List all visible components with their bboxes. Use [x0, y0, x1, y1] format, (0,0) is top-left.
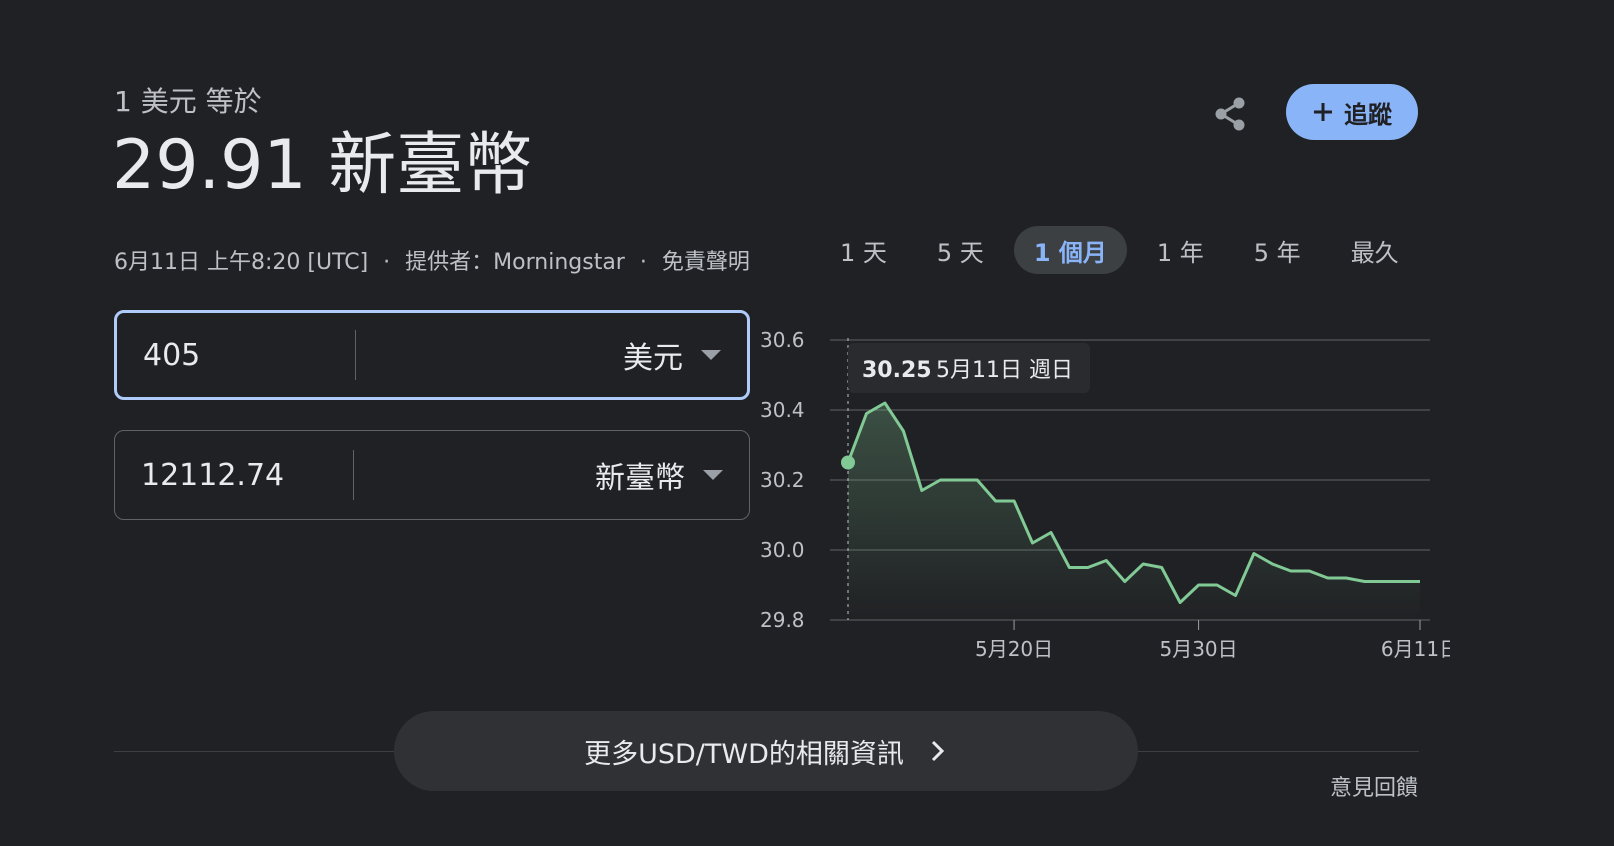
y-tick-label: 30.0 — [760, 538, 805, 562]
feedback-link[interactable]: 意見回饋 — [1330, 770, 1418, 802]
follow-label: 追蹤 — [1344, 100, 1392, 129]
y-tick-label: 30.4 — [760, 398, 805, 422]
tab-1-year[interactable]: 1 年 — [1137, 226, 1224, 274]
exchange-rate-chart[interactable]: 30.6 30.4 30.2 30.0 29.8 5月20日 5月30日 6月11日 30.25… — [760, 300, 1450, 670]
more-info-button[interactable]: 更多USD/TWD的相關資訊 — [394, 711, 1138, 791]
y-tick-label: 30.6 — [760, 328, 805, 352]
currency-converter-card: 1 美元 等於 29.91 新臺幣 6月11日 上午8:20 [UTC] · 提… — [0, 0, 1614, 846]
series-area — [848, 403, 1420, 620]
share-button[interactable] — [1204, 88, 1256, 140]
x-tick-label: 5月20日 — [975, 637, 1053, 661]
conversion-result: 29.91 新臺幣 — [112, 126, 533, 205]
to-amount-input[interactable] — [141, 457, 353, 493]
chevron-right-icon — [931, 740, 945, 762]
tab-5-years[interactable]: 5 年 — [1234, 226, 1321, 274]
from-currency-select[interactable]: 美元 — [356, 333, 747, 377]
conversion-subtitle: 1 美元 等於 — [114, 85, 262, 118]
from-amount-input[interactable] — [143, 337, 355, 373]
from-currency-label: 美元 — [623, 341, 683, 376]
meta-separator: · — [383, 250, 391, 275]
tab-1-day[interactable]: 1 天 — [820, 226, 907, 274]
range-tabs: 1 天 5 天 1 個月 1 年 5 年 最久 — [820, 226, 1429, 274]
tooltip-value: 30.25 — [862, 358, 932, 383]
hover-point — [841, 455, 855, 470]
chevron-down-icon — [701, 350, 721, 360]
to-currency-select[interactable]: 新臺幣 — [354, 453, 749, 497]
to-currency-label: 新臺幣 — [595, 461, 685, 496]
source-meta: 6月11日 上午8:20 [UTC] · 提供者：Morningstar · 免… — [114, 244, 750, 276]
more-info-label: 更多USD/TWD的相關資訊 — [584, 738, 904, 770]
tab-1-month[interactable]: 1 個月 — [1013, 226, 1127, 274]
x-tick-label: 6月11日 — [1381, 637, 1450, 661]
tab-max[interactable]: 最久 — [1331, 226, 1419, 274]
meta-separator: · — [639, 250, 647, 275]
x-tick-label: 5月30日 — [1159, 637, 1237, 661]
to-currency-row: 新臺幣 — [114, 430, 750, 520]
chevron-down-icon — [703, 470, 723, 480]
plus-icon — [1314, 103, 1332, 121]
meta-date: 6月11日 上午8:20 [UTC] — [114, 250, 369, 275]
from-currency-row: 美元 — [114, 310, 750, 400]
tooltip-date: 5月11日 週日 — [936, 358, 1073, 383]
tab-5-days[interactable]: 5 天 — [917, 226, 1004, 274]
meta-provider: 提供者：Morningstar — [405, 250, 625, 275]
y-tick-label: 30.2 — [760, 468, 805, 492]
share-icon — [1215, 97, 1245, 131]
disclaimer-link[interactable]: 免責聲明 — [662, 250, 750, 275]
y-tick-label: 29.8 — [760, 608, 805, 632]
follow-button[interactable]: 追蹤 — [1286, 84, 1418, 140]
